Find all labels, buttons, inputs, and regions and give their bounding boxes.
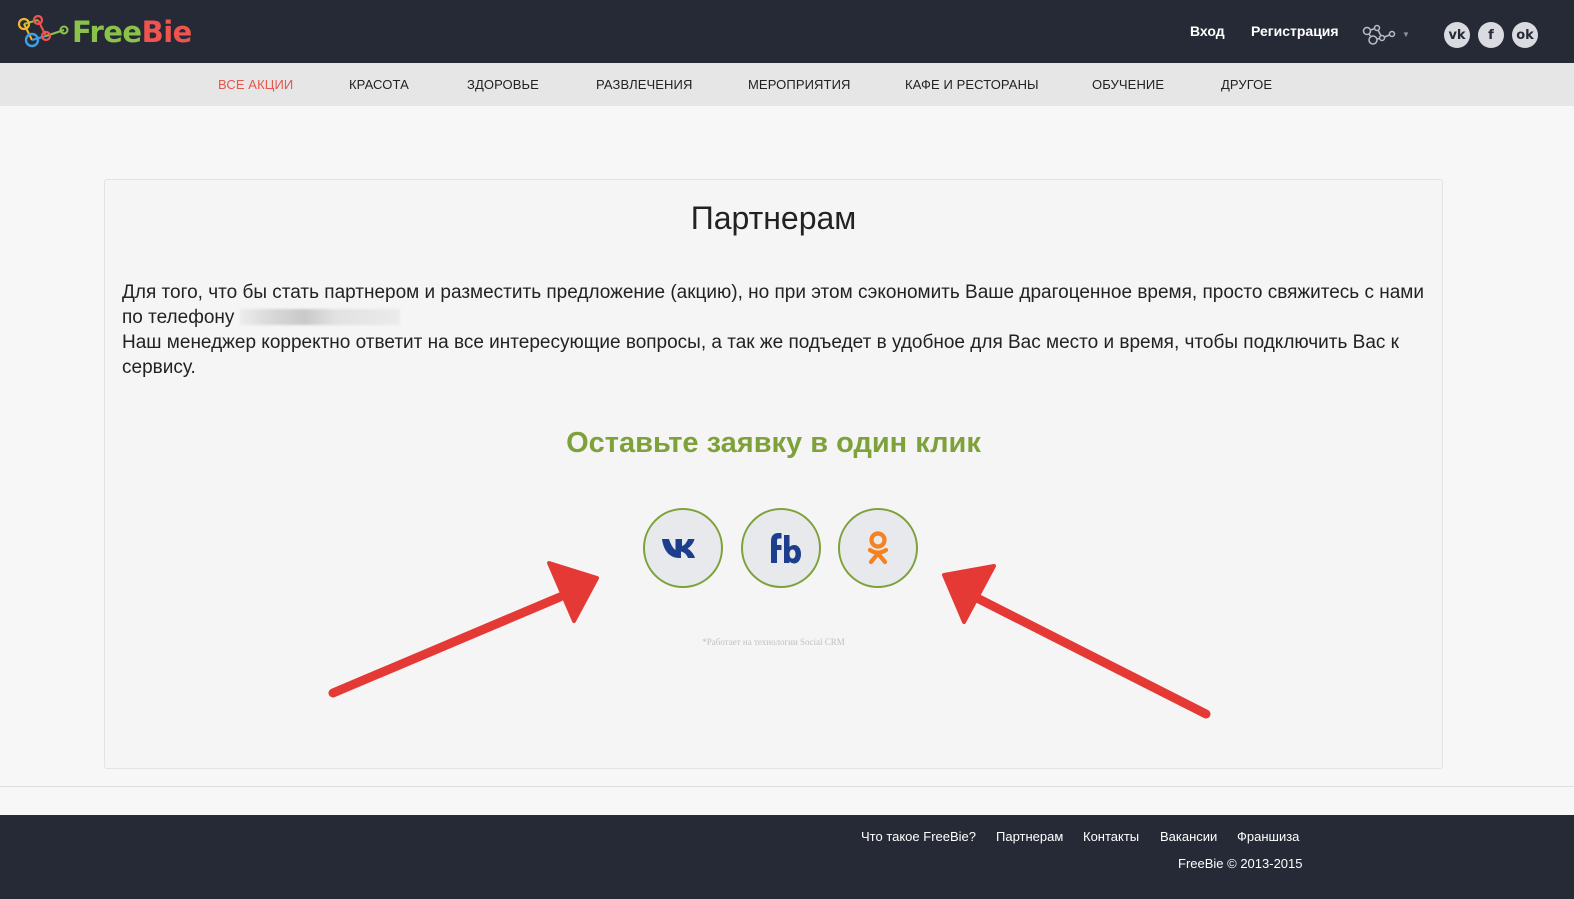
footer-divider bbox=[0, 786, 1574, 787]
footer-copyright: FreeBie © 2013-2015 bbox=[1178, 856, 1303, 871]
header-odnoklassniki-icon[interactable]: ok bbox=[1512, 22, 1538, 48]
partners-card: Партнерам Для того, что бы стать партнер… bbox=[104, 179, 1443, 769]
header-vk-glyph: vk bbox=[1448, 27, 1466, 43]
category-other[interactable]: ДРУГОЕ bbox=[1221, 77, 1272, 92]
logo-text-free: Free bbox=[72, 15, 142, 49]
molecule-icon bbox=[1362, 24, 1396, 45]
footer: Что такое FreeBie? Партнерам Контакты Ва… bbox=[0, 815, 1574, 899]
intro-line-2: Наш менеджер корректно ответит на все ин… bbox=[122, 332, 1399, 378]
odnoklassniki-icon bbox=[867, 531, 889, 565]
footer-link-partners[interactable]: Партнерам bbox=[996, 829, 1063, 844]
logo-molecule-icon bbox=[17, 14, 69, 48]
powered-by-note: *Работает на технологии Social CRM bbox=[702, 637, 845, 647]
category-all-deals[interactable]: ВСЕ АКЦИИ bbox=[218, 77, 293, 92]
header-facebook-glyph: f bbox=[1488, 27, 1494, 43]
category-education[interactable]: ОБУЧЕНИЕ bbox=[1092, 77, 1164, 92]
category-events[interactable]: МЕРОПРИЯТИЯ bbox=[748, 77, 851, 92]
category-nav: ВСЕ АКЦИИ КРАСОТА ЗДОРОВЬЕ РАЗВЛЕЧЕНИЯ М… bbox=[0, 63, 1574, 106]
redacted-phone-number bbox=[240, 309, 401, 325]
footer-link-what-is-freebie[interactable]: Что такое FreeBie? bbox=[861, 829, 976, 844]
logo-text: FreeBie bbox=[72, 15, 192, 49]
city-selector-dropdown[interactable]: ▼ bbox=[1362, 22, 1410, 46]
login-link[interactable]: Вход bbox=[1190, 23, 1225, 39]
category-entertainment[interactable]: РАЗВЛЕЧЕНИЯ bbox=[596, 77, 692, 92]
category-health[interactable]: ЗДОРОВЬЕ bbox=[467, 77, 539, 92]
header-vk-icon[interactable]: vk bbox=[1444, 22, 1470, 48]
odnoklassniki-login-button[interactable] bbox=[838, 508, 918, 588]
facebook-icon bbox=[771, 533, 801, 564]
page-title: Партнерам bbox=[690, 200, 857, 236]
vk-icon bbox=[662, 539, 695, 558]
category-beauty[interactable]: КРАСОТА bbox=[349, 77, 409, 92]
footer-link-vacancies[interactable]: Вакансии bbox=[1160, 829, 1217, 844]
header-ok-glyph: ok bbox=[1516, 27, 1534, 43]
footer-link-franchise[interactable]: Франшиза bbox=[1237, 829, 1299, 844]
freebie-logo[interactable]: FreeBie bbox=[16, 12, 192, 52]
register-link[interactable]: Регистрация bbox=[1251, 23, 1339, 39]
footer-link-contacts[interactable]: Контакты bbox=[1083, 829, 1139, 844]
facebook-login-button[interactable] bbox=[741, 508, 821, 588]
header-facebook-icon[interactable]: f bbox=[1478, 22, 1504, 48]
cta-heading: Оставьте заявку в один клик bbox=[566, 427, 981, 459]
chevron-down-icon: ▼ bbox=[1402, 29, 1410, 39]
top-header: FreeBie Вход Регистрация ▼ vk f ok bbox=[0, 0, 1574, 63]
intro-text: Для того, что бы стать партнером и разме… bbox=[122, 280, 1432, 380]
category-cafes-restaurants[interactable]: КАФЕ И РЕСТОРАНЫ bbox=[905, 77, 1039, 92]
vk-login-button[interactable] bbox=[643, 508, 723, 588]
logo-text-bie: Bie bbox=[141, 15, 193, 49]
